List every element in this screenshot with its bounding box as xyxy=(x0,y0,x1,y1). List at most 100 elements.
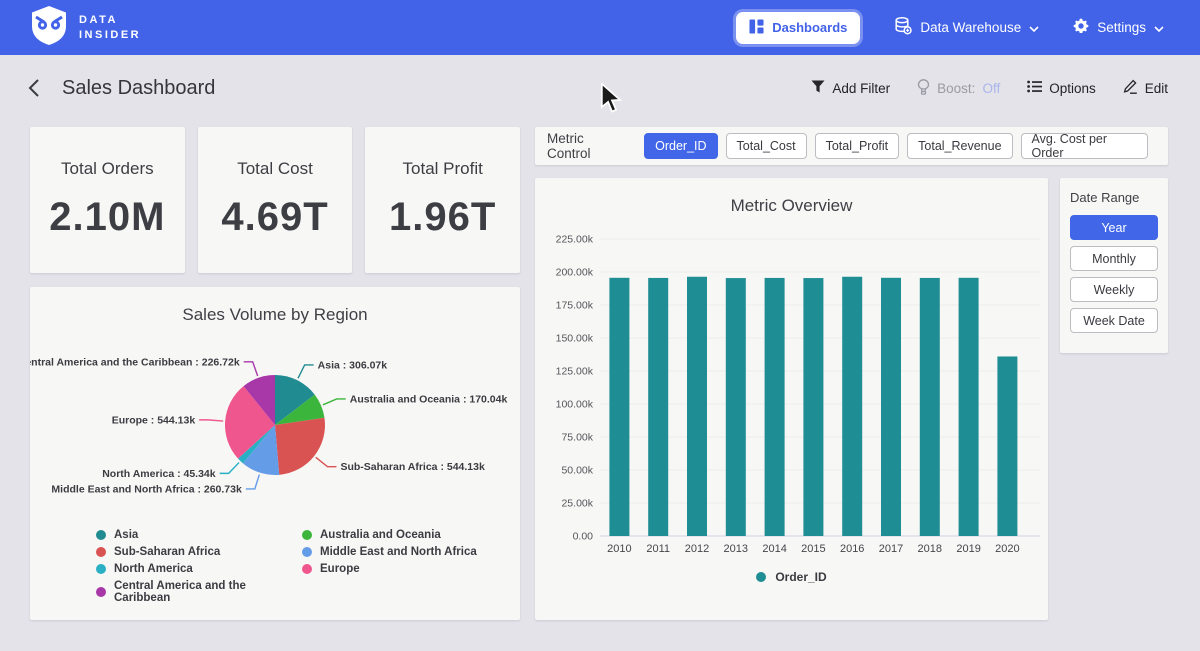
legend-label: Asia xyxy=(114,529,138,541)
chevron-left-icon xyxy=(28,78,40,98)
metric-button-avg-cost-per-order[interactable]: Avg. Cost per Order xyxy=(1021,133,1148,159)
svg-text:175.00k: 175.00k xyxy=(556,300,594,312)
legend-item-central-america-and-the-caribbean[interactable]: Central America and the Caribbean xyxy=(96,580,302,604)
kpi-label: Total Orders xyxy=(61,159,154,179)
bar-2019[interactable] xyxy=(959,278,979,536)
legend-label: Australia and Oceania xyxy=(320,529,441,541)
gear-icon xyxy=(1073,18,1089,37)
legend-item-australia-and-oceania[interactable]: Australia and Oceania xyxy=(302,529,520,541)
boost-label: Boost: xyxy=(937,81,975,96)
legend-item-sub-saharan-africa[interactable]: Sub-Saharan Africa xyxy=(96,546,302,558)
bar-2010[interactable] xyxy=(609,278,629,536)
kpi-card-total-orders: Total Orders 2.10M xyxy=(30,127,185,273)
metric-button-total-profit[interactable]: Total_Profit xyxy=(815,133,900,159)
metric-button-total-cost[interactable]: Total_Cost xyxy=(726,133,807,159)
options-label: Options xyxy=(1049,81,1096,96)
legend-label: North America xyxy=(114,563,193,575)
bar-chart: 0.0025.00k50.00k75.00k100.00k125.00k150.… xyxy=(535,226,1048,566)
bar-2012[interactable] xyxy=(687,277,707,536)
bar-chart-legend[interactable]: Order_ID xyxy=(535,570,1048,584)
date-range-button-weekly[interactable]: Weekly xyxy=(1070,277,1158,302)
legend-dot xyxy=(96,564,106,574)
legend-dot xyxy=(96,530,106,540)
legend-item-europe[interactable]: Europe xyxy=(302,563,520,575)
pencil-icon xyxy=(1123,79,1138,97)
bar-2011[interactable] xyxy=(648,278,668,536)
bar-2016[interactable] xyxy=(842,277,862,536)
top-nav: DATA INSIDER Dashboards xyxy=(0,0,1200,55)
svg-text:2019: 2019 xyxy=(956,543,980,555)
legend-item-north-america[interactable]: North America xyxy=(96,563,302,575)
svg-text:2011: 2011 xyxy=(646,543,670,555)
edit-button[interactable]: Edit xyxy=(1123,79,1168,97)
svg-text:2014: 2014 xyxy=(762,543,786,555)
date-range-button-year[interactable]: Year xyxy=(1070,215,1158,240)
metric-overview-card: Metric Overview 0.0025.00k50.00k75.00k10… xyxy=(535,178,1048,620)
bar-2013[interactable] xyxy=(726,278,746,536)
page-title: Sales Dashboard xyxy=(62,77,215,100)
nav-item-data-warehouse[interactable]: Data Warehouse xyxy=(894,17,1039,38)
list-icon xyxy=(1027,80,1042,96)
kpi-value: 2.10M xyxy=(49,195,165,240)
nav-settings-label: Settings xyxy=(1097,20,1146,35)
brand-name: DATA INSIDER xyxy=(79,13,141,43)
bar-2018[interactable] xyxy=(920,278,940,536)
options-button[interactable]: Options xyxy=(1027,80,1096,96)
pie-label-north-america: North America : 45.34k xyxy=(102,468,216,480)
bar-2020[interactable] xyxy=(997,356,1017,536)
svg-text:100.00k: 100.00k xyxy=(556,399,594,411)
nav-data-warehouse-label: Data Warehouse xyxy=(920,20,1021,35)
metric-control-buttons: Order_ID Total_Cost Total_Profit Total_Reve… xyxy=(644,133,1156,159)
svg-text:150.00k: 150.00k xyxy=(556,333,594,345)
back-button[interactable] xyxy=(28,78,40,98)
svg-text:225.00k: 225.00k xyxy=(556,234,594,246)
date-range-button-week-date[interactable]: Week Date xyxy=(1070,308,1158,333)
legend-item-middle-east-and-north-africa[interactable]: Middle East and North Africa xyxy=(302,546,520,558)
bar-2014[interactable] xyxy=(765,278,785,536)
pie-slice-sub-saharan-africa[interactable] xyxy=(275,418,325,475)
legend-dot xyxy=(302,530,312,540)
nav-menu: Dashboards Data Warehouse xyxy=(736,12,1164,44)
sales-volume-card: Sales Volume by Region Asia : 306.07kAus… xyxy=(30,287,520,620)
svg-text:25.00k: 25.00k xyxy=(561,498,593,510)
legend-dot xyxy=(96,587,106,597)
bar-chart-title: Metric Overview xyxy=(535,196,1048,216)
svg-text:2020: 2020 xyxy=(995,543,1019,555)
svg-text:125.00k: 125.00k xyxy=(556,366,594,378)
owl-logo-icon xyxy=(30,5,68,50)
pie-label-central-america-and-the-caribbean: Central America and the Caribbean : 226.… xyxy=(30,356,240,368)
pie-label-europe: Europe : 544.13k xyxy=(112,414,196,426)
legend-label: Sub-Saharan Africa xyxy=(114,546,220,558)
metric-button-total-revenue[interactable]: Total_Revenue xyxy=(907,133,1012,159)
brand-logo[interactable]: DATA INSIDER xyxy=(30,5,141,50)
date-range-button-monthly[interactable]: Monthly xyxy=(1070,246,1158,271)
legend-label: Middle East and North Africa xyxy=(320,546,477,558)
date-range-card: Date Range YearMonthlyWeeklyWeek Date xyxy=(1060,178,1168,353)
svg-text:75.00k: 75.00k xyxy=(561,432,593,444)
svg-text:2013: 2013 xyxy=(724,543,748,555)
svg-text:0.00: 0.00 xyxy=(573,531,594,543)
database-icon xyxy=(894,17,912,38)
nav-dashboards-label: Dashboards xyxy=(772,20,847,35)
boost-value: Off xyxy=(982,81,1000,96)
bar-2015[interactable] xyxy=(803,278,823,536)
legend-label: Europe xyxy=(320,563,360,575)
metric-button-order-id[interactable]: Order_ID xyxy=(644,133,717,159)
svg-text:200.00k: 200.00k xyxy=(556,267,594,279)
dashboard-toolbar: Add Filter Boost: Off xyxy=(811,79,1168,98)
boost-toggle[interactable]: Boost: Off xyxy=(917,79,1000,98)
legend-item-asia[interactable]: Asia xyxy=(96,529,302,541)
edit-label: Edit xyxy=(1145,81,1168,96)
bar-2017[interactable] xyxy=(881,278,901,536)
nav-item-settings[interactable]: Settings xyxy=(1073,18,1164,37)
svg-text:2015: 2015 xyxy=(801,543,825,555)
pie-label-sub-saharan-africa: Sub-Saharan Africa : 544.13k xyxy=(340,461,484,473)
kpi-label: Total Cost xyxy=(237,159,313,179)
legend-dot xyxy=(756,572,766,582)
legend-dot xyxy=(302,547,312,557)
kpi-card-total-cost: Total Cost4.69T xyxy=(198,127,353,273)
svg-text:2010: 2010 xyxy=(607,543,631,555)
add-filter-button[interactable]: Add Filter xyxy=(811,80,890,96)
nav-item-dashboards[interactable]: Dashboards xyxy=(736,12,860,44)
funnel-icon xyxy=(811,80,825,96)
